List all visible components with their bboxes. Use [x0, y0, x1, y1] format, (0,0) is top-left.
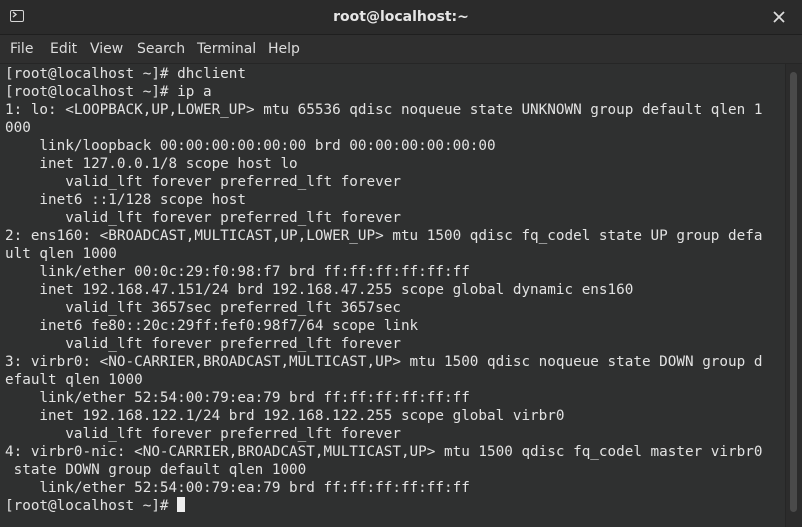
terminal-line: valid_lft forever preferred_lft forever [5, 336, 401, 352]
terminal-line: inet 127.0.0.1/8 scope host lo [5, 156, 298, 172]
terminal-line: 3: virbr0: <NO-CARRIER,BROADCAST,MULTICA… [5, 354, 763, 370]
terminal-line: 4: virbr0-nic: <NO-CARRIER,BROADCAST,MUL… [5, 444, 763, 460]
terminal-line: link/ether 00:0c:29:f0:98:f7 brd ff:ff:f… [5, 264, 470, 280]
terminal-line: 000 [5, 120, 31, 136]
close-icon[interactable] [770, 8, 788, 26]
terminal-line: [root@localhost ~]# ip a [5, 84, 212, 100]
terminal-line: link/ether 52:54:00:79:ea:79 brd ff:ff:f… [5, 480, 470, 496]
terminal-line: valid_lft 3657sec preferred_lft 3657sec [5, 300, 401, 316]
terminal-line: ult qlen 1000 [5, 246, 117, 262]
terminal-line: link/ether 52:54:00:79:ea:79 brd ff:ff:f… [5, 390, 470, 406]
terminal-prompt: [root@localhost ~]# [5, 498, 178, 514]
terminal-line: 1: lo: <LOOPBACK,UP,LOWER_UP> mtu 65536 … [5, 102, 763, 118]
terminal-line: 2: ens160: <BROADCAST,MULTICAST,UP,LOWER… [5, 228, 763, 244]
terminal-line: inet6 ::1/128 scope host [5, 192, 247, 208]
terminal-window: root@localhost:~ File Edit View Search T… [0, 0, 802, 527]
terminal-line: valid_lft forever preferred_lft forever [5, 210, 401, 226]
terminal-line: inet 192.168.122.1/24 brd 192.168.122.25… [5, 408, 565, 424]
terminal-line: link/loopback 00:00:00:00:00:00 brd 00:0… [5, 138, 496, 154]
vertical-scrollbar[interactable] [785, 64, 802, 527]
terminal-line: inet 192.168.47.151/24 brd 192.168.47.25… [5, 282, 634, 298]
menu-view[interactable]: View [90, 35, 123, 63]
terminal-text: [root@localhost ~]# dhclient [root@local… [5, 65, 762, 515]
text-cursor [177, 497, 186, 512]
terminal-line: efault qlen 1000 [5, 372, 143, 388]
menu-help[interactable]: Help [268, 35, 300, 63]
menu-file[interactable]: File [10, 35, 33, 63]
menu-search[interactable]: Search [137, 35, 185, 63]
menu-bar: File Edit View Search Terminal Help [0, 35, 802, 64]
menu-terminal[interactable]: Terminal [197, 35, 256, 63]
terminal-line: valid_lft forever preferred_lft forever [5, 426, 401, 442]
menu-edit[interactable]: Edit [50, 35, 77, 63]
title-bar[interactable]: root@localhost:~ [0, 0, 802, 35]
scrollbar-thumb[interactable] [790, 72, 797, 512]
window-title: root@localhost:~ [333, 9, 469, 25]
terminal-line: state DOWN group default qlen 1000 [5, 462, 307, 478]
terminal-output-area[interactable]: [root@localhost ~]# dhclient [root@local… [0, 64, 785, 527]
terminal-line: inet6 fe80::20c:29ff:fef0:98f7/64 scope … [5, 318, 419, 334]
terminal-line: [root@localhost ~]# dhclient [5, 66, 247, 82]
terminal-line: valid_lft forever preferred_lft forever [5, 174, 401, 190]
